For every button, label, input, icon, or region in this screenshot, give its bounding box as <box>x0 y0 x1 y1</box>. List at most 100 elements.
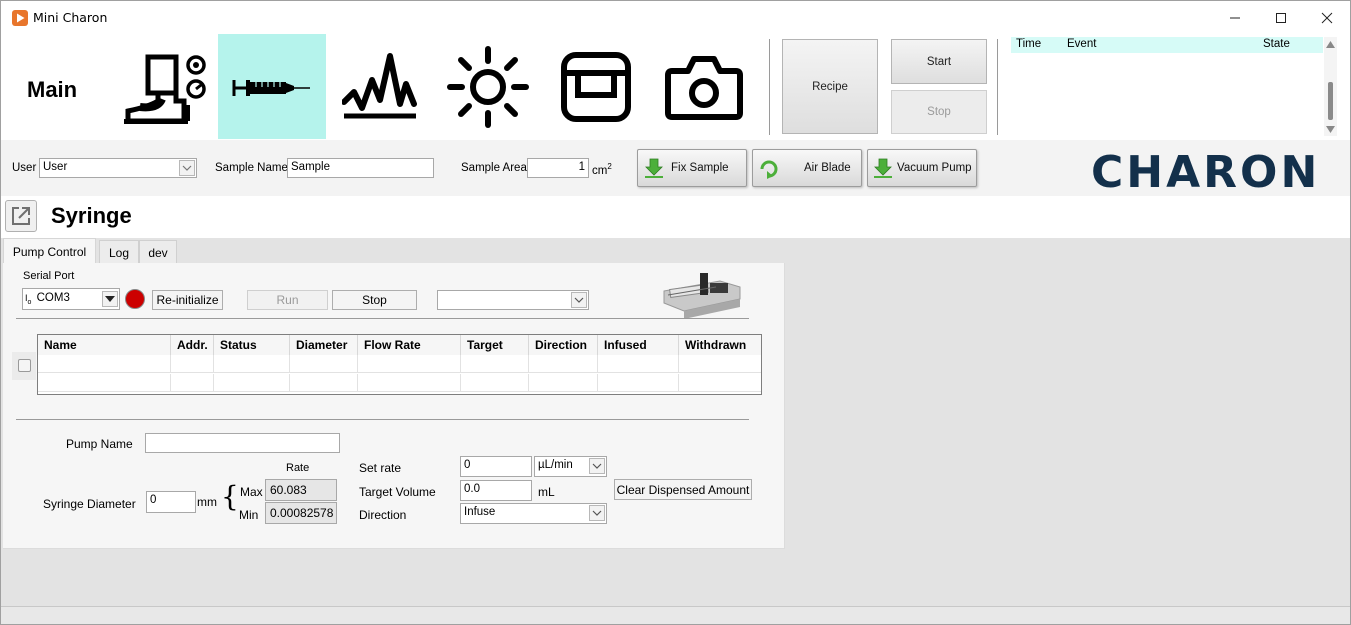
chevron-down-icon[interactable] <box>589 458 605 474</box>
direction-select[interactable]: Infuse <box>460 503 607 524</box>
target-volume-unit: mL <box>538 485 555 499</box>
external-link-icon <box>12 207 30 225</box>
user-select-value: User <box>43 161 68 173</box>
sample-area-input[interactable]: 1 <box>527 158 589 178</box>
direction-label: Direction <box>359 508 407 522</box>
chevron-down-icon[interactable] <box>589 505 605 521</box>
vacuum-pump-button[interactable]: Vacuum Pump <box>867 149 977 187</box>
main-label: Main <box>27 77 78 102</box>
col-status: Status <box>214 335 290 355</box>
col-target: Target <box>461 335 529 355</box>
set-rate-label: Set rate <box>359 461 402 475</box>
close-button[interactable] <box>1304 1 1350 34</box>
spectrum-icon <box>342 52 417 118</box>
close-icon <box>1321 12 1333 23</box>
min-label: Min <box>239 508 259 522</box>
download-arrow-icon <box>645 158 663 178</box>
serial-port-select[interactable]: Io COM3 <box>22 288 120 310</box>
sample-name-label: Sample Name <box>215 162 288 174</box>
sample-holder-icon <box>561 51 631 122</box>
event-log-scrollbar[interactable] <box>1324 37 1337 136</box>
maximize-button[interactable] <box>1258 1 1304 34</box>
target-volume-input[interactable]: 0.0 <box>460 480 532 501</box>
clear-dispensed-button[interactable]: Clear Dispensed Amount <box>614 479 752 500</box>
sample-area-unit-sup: 2 <box>607 162 612 171</box>
event-col-time: Time <box>1016 38 1042 50</box>
table-row[interactable] <box>38 374 761 392</box>
maximize-icon <box>1276 12 1286 23</box>
select-all-checkbox[interactable] <box>18 359 31 372</box>
syringe-diameter-label: Syringe Diameter <box>43 497 136 511</box>
nav-light-button[interactable] <box>434 34 542 139</box>
air-blade-label: Air Blade <box>804 162 851 174</box>
col-infused: Infused <box>598 335 679 355</box>
run-button[interactable]: Run <box>247 290 328 310</box>
nav-spectrum-button[interactable] <box>326 34 434 139</box>
scroll-down-icon[interactable] <box>1326 126 1335 133</box>
refresh-arrow-icon <box>760 160 778 179</box>
status-bar <box>1 606 1350 624</box>
rate-unit-value: µL/min <box>538 459 573 471</box>
popout-button[interactable] <box>5 200 37 232</box>
connection-status-led <box>125 289 145 309</box>
max-rate-value: 60.083 <box>265 479 337 501</box>
air-blade-button[interactable]: Air Blade <box>752 149 862 187</box>
pump-name-label: Pump Name <box>66 437 133 451</box>
recipe-button[interactable]: Recipe <box>782 39 878 134</box>
syringe-diameter-input[interactable]: 0 <box>146 491 196 513</box>
event-log-header: Time Event State <box>1011 37 1323 53</box>
app-window: Mini Charon Main Recipe Start Stop Time … <box>0 0 1351 625</box>
charon-logo: CHARON <box>1091 147 1321 198</box>
fix-sample-label: Fix Sample <box>671 162 729 174</box>
nav-camera-button[interactable] <box>650 34 758 139</box>
nav-sample-holder-button[interactable] <box>542 34 650 139</box>
instrument-icon <box>124 54 206 124</box>
pump-table[interactable]: Name Addr. Status Diameter Flow Rate Tar… <box>37 334 762 395</box>
sample-name-input[interactable]: Sample <box>287 158 434 178</box>
max-label: Max <box>240 485 263 499</box>
nav-instrument-button[interactable] <box>110 34 218 139</box>
scroll-up-icon[interactable] <box>1326 41 1335 48</box>
window-title: Mini Charon <box>33 10 108 25</box>
serial-port-value: COM3 <box>36 292 70 304</box>
chevron-down-icon[interactable] <box>102 291 118 307</box>
sample-area-unit-text: cm <box>592 164 608 177</box>
toolbar-divider <box>769 39 770 135</box>
start-button[interactable]: Start <box>891 39 987 84</box>
camera-icon <box>665 55 743 120</box>
user-select[interactable]: User <box>39 158 197 178</box>
event-log-table[interactable]: Time Event State <box>1011 37 1323 136</box>
tab-log[interactable]: Log <box>99 240 139 264</box>
sample-area-label: Sample Area <box>461 162 527 174</box>
stop-button[interactable]: Stop <box>891 90 987 134</box>
table-row[interactable] <box>38 355 761 373</box>
fix-sample-button[interactable]: Fix Sample <box>637 149 747 187</box>
pump-stop-button[interactable]: Stop <box>332 290 417 310</box>
target-volume-label: Target Volume <box>359 485 436 499</box>
pump-name-input[interactable] <box>145 433 340 453</box>
nav-syringe-button[interactable] <box>218 34 326 139</box>
event-col-state: State <box>1263 38 1290 50</box>
title-bar: Mini Charon <box>1 1 1350 34</box>
minimize-button[interactable] <box>1212 1 1258 34</box>
chevron-down-icon[interactable] <box>571 292 587 308</box>
sample-area-unit: cm2 <box>592 162 612 177</box>
io-icon: Io <box>25 293 32 306</box>
download-arrow-icon <box>874 158 892 178</box>
tab-pump-control[interactable]: Pump Control <box>3 238 96 264</box>
rate-unit-select[interactable]: µL/min <box>534 456 607 477</box>
tab-dev[interactable]: dev <box>139 240 177 264</box>
scroll-thumb[interactable] <box>1328 82 1333 120</box>
reinitialize-button[interactable]: Re-initialize <box>152 290 223 310</box>
divider <box>16 318 749 319</box>
direction-value: Infuse <box>464 506 496 518</box>
row-select-column <box>12 352 36 380</box>
col-withdrawn: Withdrawn <box>679 335 761 355</box>
rate-label: Rate <box>286 462 310 474</box>
chevron-down-icon[interactable] <box>179 160 195 176</box>
user-label: User <box>12 162 37 174</box>
vacuum-pump-label: Vacuum Pump <box>897 162 972 174</box>
pump-select[interactable] <box>437 290 589 310</box>
set-rate-input[interactable]: 0 <box>460 456 532 477</box>
col-diameter: Diameter <box>290 335 358 355</box>
